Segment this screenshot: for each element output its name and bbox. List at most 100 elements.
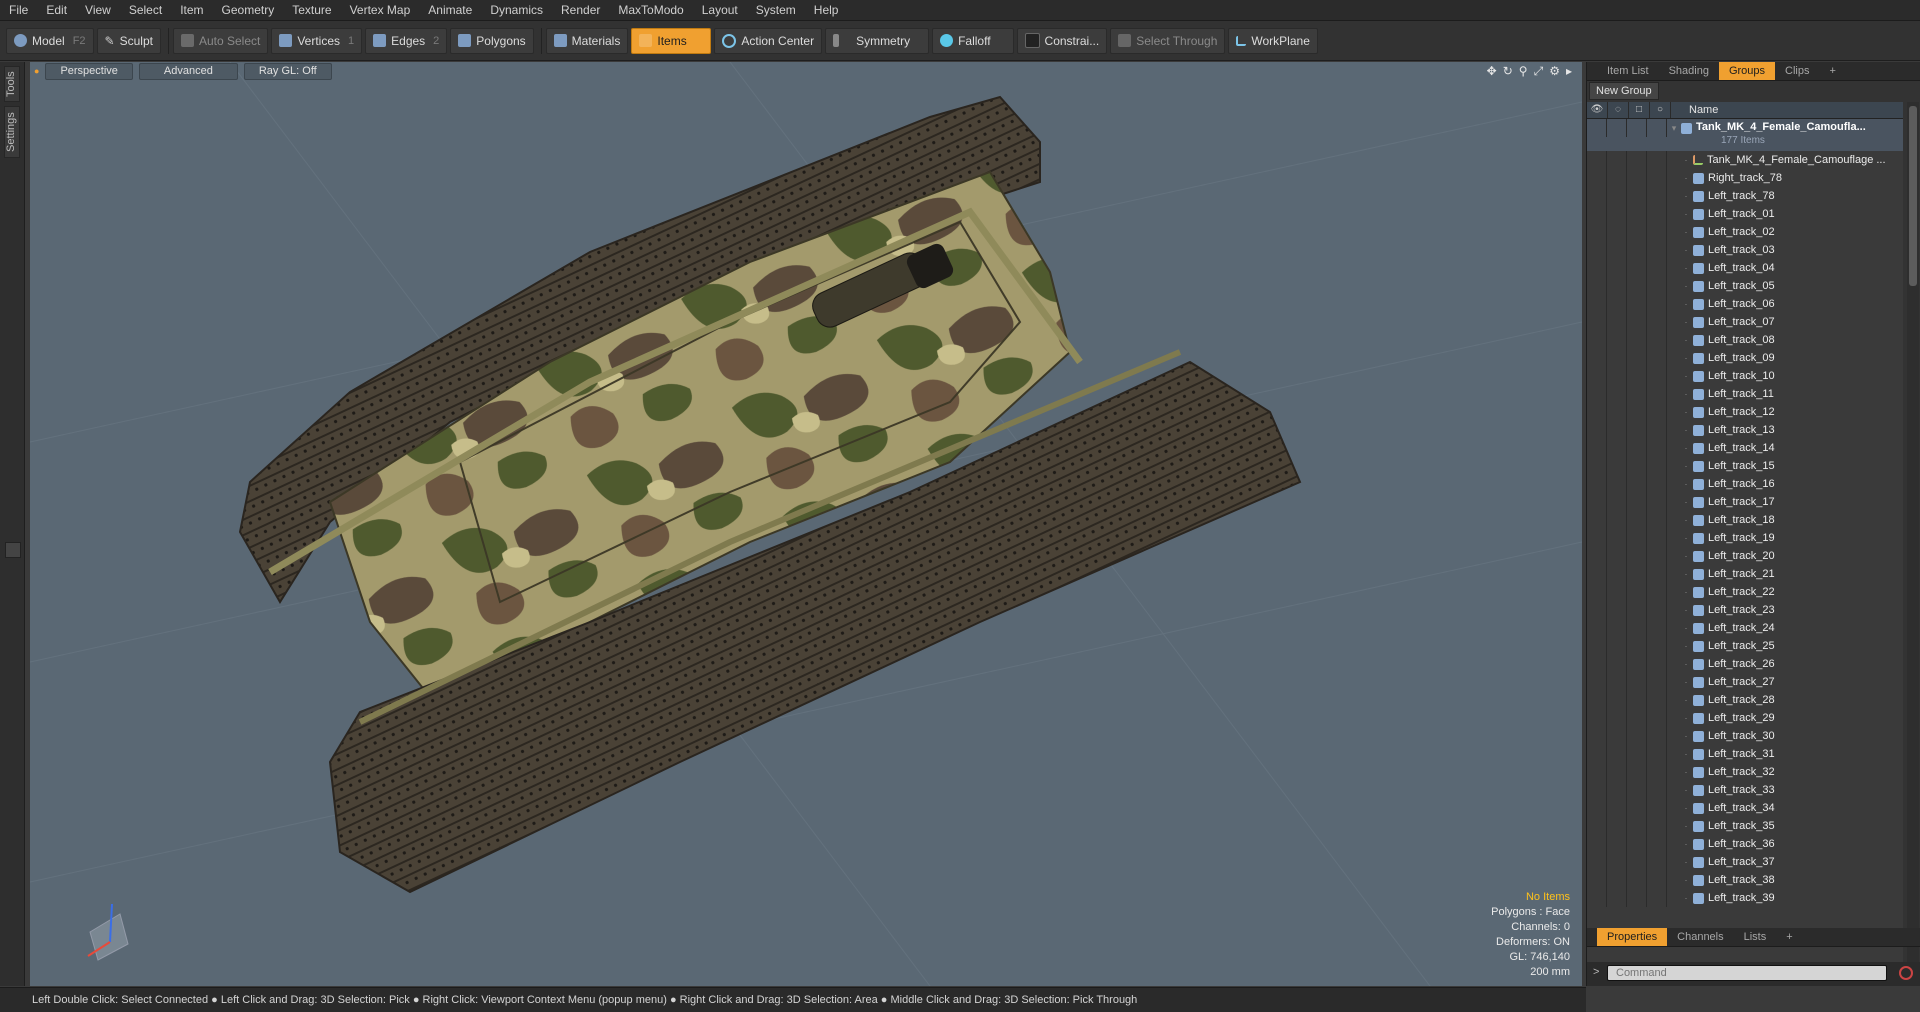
eye-icon[interactable]	[1587, 529, 1607, 547]
list-item[interactable]: · Left_track_34	[1587, 799, 1903, 817]
list-item[interactable]: · Left_track_39	[1587, 889, 1903, 907]
eye-icon[interactable]	[1587, 259, 1607, 277]
items-button[interactable]: Items	[631, 27, 712, 54]
select-toggle[interactable]	[1647, 295, 1667, 313]
select-toggle[interactable]	[1647, 601, 1667, 619]
eye-icon[interactable]	[1587, 565, 1607, 583]
group-root-row[interactable]: ▾ Tank_MK_4_Female_Camoufla... 177 Items	[1587, 119, 1903, 151]
render-icon[interactable]	[1607, 259, 1627, 277]
list-item[interactable]: · Left_track_20	[1587, 547, 1903, 565]
menu-render[interactable]: Render	[552, 0, 609, 20]
constraints-button[interactable]: Constrai...	[1016, 27, 1108, 54]
list-item[interactable]: · Left_track_27	[1587, 673, 1903, 691]
tab-groups[interactable]: Groups	[1718, 62, 1776, 80]
list-item[interactable]: · Left_track_02	[1587, 223, 1903, 241]
action-center-button[interactable]: Action Center	[714, 27, 823, 54]
menu-texture[interactable]: Texture	[283, 0, 340, 20]
eye-icon[interactable]	[1587, 313, 1607, 331]
list-item[interactable]: · Left_track_23	[1587, 601, 1903, 619]
lock-toggle[interactable]	[1627, 529, 1647, 547]
render-icon[interactable]	[1607, 709, 1627, 727]
select-toggle[interactable]	[1647, 817, 1667, 835]
eye-icon[interactable]	[1587, 817, 1607, 835]
eye-icon[interactable]	[1587, 583, 1607, 601]
list-item[interactable]: · Left_track_13	[1587, 421, 1903, 439]
render-icon[interactable]	[1607, 601, 1627, 619]
eye-icon[interactable]	[1587, 403, 1607, 421]
list-item[interactable]: · Left_track_11	[1587, 385, 1903, 403]
select-toggle[interactable]	[1647, 655, 1667, 673]
viewport-scene[interactable]	[30, 62, 1582, 986]
select-toggle[interactable]	[1647, 745, 1667, 763]
menu-help[interactable]: Help	[805, 0, 848, 20]
render-icon[interactable]	[1607, 295, 1627, 313]
eye-icon[interactable]	[1587, 421, 1607, 439]
list-item[interactable]: · Left_track_26	[1587, 655, 1903, 673]
select-toggle[interactable]	[1647, 673, 1667, 691]
menu-view[interactable]: View	[76, 0, 120, 20]
render-icon[interactable]	[1607, 727, 1627, 745]
select-toggle[interactable]	[1647, 151, 1667, 169]
render-icon[interactable]	[1607, 817, 1627, 835]
select-toggle[interactable]	[1647, 223, 1667, 241]
move-view-icon[interactable]: ✥	[1487, 64, 1497, 79]
lock-toggle[interactable]	[1627, 119, 1647, 137]
select-toggle[interactable]	[1647, 119, 1667, 137]
lock-toggle[interactable]	[1627, 421, 1647, 439]
render-icon[interactable]	[1607, 349, 1627, 367]
render-icon[interactable]	[1607, 151, 1627, 169]
select-toggle[interactable]	[1647, 187, 1667, 205]
list-item[interactable]: · Left_track_25	[1587, 637, 1903, 655]
lock-toggle[interactable]	[1627, 439, 1647, 457]
render-icon[interactable]	[1607, 511, 1627, 529]
list-scrollbar[interactable]	[1907, 102, 1919, 981]
materials-button[interactable]: Materials	[545, 27, 629, 54]
select-toggle[interactable]	[1647, 493, 1667, 511]
tab-shading[interactable]: Shading	[1659, 62, 1719, 80]
list-item[interactable]: · Left_track_05	[1587, 277, 1903, 295]
list-item[interactable]: · Left_track_01	[1587, 205, 1903, 223]
select-toggle[interactable]	[1647, 799, 1667, 817]
list-item[interactable]: · Left_track_06	[1587, 295, 1903, 313]
eye-icon[interactable]	[1587, 709, 1607, 727]
list-item[interactable]: · Right_track_78	[1587, 169, 1903, 187]
lock-toggle[interactable]	[1627, 799, 1647, 817]
eye-icon[interactable]	[1587, 277, 1607, 295]
auto-select-button[interactable]: Auto Select	[172, 27, 269, 54]
eye-icon[interactable]	[1587, 331, 1607, 349]
select-toggle[interactable]	[1647, 349, 1667, 367]
lock-toggle[interactable]	[1627, 295, 1647, 313]
select-toggle[interactable]	[1647, 331, 1667, 349]
eye-icon[interactable]	[1587, 781, 1607, 799]
menu-dynamics[interactable]: Dynamics	[481, 0, 552, 20]
list-item[interactable]: · Left_track_35	[1587, 817, 1903, 835]
render-icon[interactable]	[1607, 493, 1627, 511]
menu-geometry[interactable]: Geometry	[213, 0, 284, 20]
list-item[interactable]: · Left_track_78	[1587, 187, 1903, 205]
list-item[interactable]: · Tank_MK_4_Female_Camouflage ...	[1587, 151, 1903, 169]
select-toggle[interactable]	[1647, 853, 1667, 871]
menu-file[interactable]: File	[0, 0, 37, 20]
eye-icon[interactable]	[1587, 835, 1607, 853]
select-column-icon[interactable]: ○	[1650, 102, 1671, 118]
eye-icon[interactable]	[1587, 889, 1607, 907]
eye-icon[interactable]	[1587, 853, 1607, 871]
select-toggle[interactable]	[1647, 313, 1667, 331]
select-toggle[interactable]	[1647, 241, 1667, 259]
render-icon[interactable]	[1607, 313, 1627, 331]
advanced-dropdown[interactable]: Advanced	[138, 62, 238, 80]
tab-properties[interactable]: Properties	[1597, 928, 1668, 946]
lock-toggle[interactable]	[1627, 745, 1647, 763]
visibility-column-icon[interactable]: 👁	[1587, 102, 1608, 118]
render-icon[interactable]	[1607, 223, 1627, 241]
render-column-icon[interactable]: ◌	[1608, 102, 1629, 118]
lock-toggle[interactable]	[1627, 547, 1647, 565]
render-icon[interactable]	[1607, 853, 1627, 871]
eye-icon[interactable]	[1587, 205, 1607, 223]
menu-select[interactable]: Select	[120, 0, 171, 20]
lock-toggle[interactable]	[1627, 277, 1647, 295]
tab-item-list[interactable]: Item List	[1597, 62, 1659, 80]
lock-toggle[interactable]	[1627, 349, 1647, 367]
render-icon[interactable]	[1607, 529, 1627, 547]
eye-icon[interactable]	[1587, 601, 1607, 619]
